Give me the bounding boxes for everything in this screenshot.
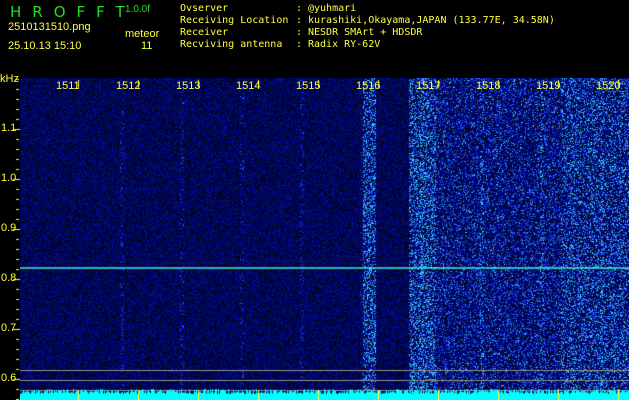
info-value: Radix RY-62V — [308, 39, 381, 50]
info-label: Receiving Location — [180, 15, 289, 26]
info-label: Recviving antenna — [180, 39, 283, 50]
waterfall-spectrogram — [20, 78, 629, 400]
info-label: Receiver — [180, 27, 229, 38]
info-separator: : — [296, 3, 303, 14]
info-value: kurashiki,Okayama,JAPAN (133.77E, 34.58N… — [308, 15, 555, 26]
x-tick-label: 1518 — [476, 80, 501, 92]
file-name: 2510131510.png — [8, 21, 91, 33]
x-tick-label: 1515 — [296, 80, 321, 92]
info-separator: : — [296, 15, 303, 26]
file-datetime: 25.10.13 15:10 — [8, 40, 82, 52]
info-separator: : — [296, 27, 303, 38]
info-value: @yuhmari — [308, 3, 357, 14]
x-tick-label: 1514 — [236, 80, 261, 92]
app-version: 1.0.0f — [125, 4, 151, 15]
info-value: NESDR SMArt + HDSDR — [308, 27, 423, 38]
x-tick-label: 1511 — [56, 80, 80, 92]
x-tick-label: 1517 — [416, 80, 441, 92]
info-label: Ovserver — [180, 3, 229, 14]
x-tick-label: 1513 — [176, 80, 201, 92]
app-logo: HROFFT — [10, 3, 136, 21]
x-tick-label: 1520 — [596, 80, 621, 92]
meteor-label: meteor — [125, 28, 160, 40]
x-tick-label: 1512 — [116, 80, 141, 92]
x-tick-label: 1516 — [356, 80, 381, 92]
y-axis-ticks — [0, 78, 20, 400]
info-separator: : — [296, 39, 303, 50]
meteor-count: 11 — [141, 40, 153, 52]
x-tick-label: 1519 — [536, 80, 561, 92]
